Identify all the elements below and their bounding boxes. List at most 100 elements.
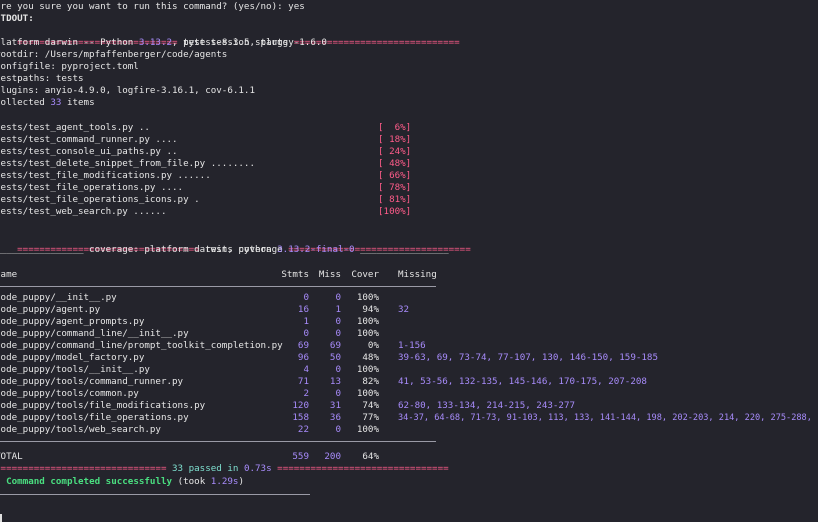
result-line: ✓ Command completed successfully (took 1… <box>0 476 244 488</box>
test-progress: [ 24%] <box>378 146 412 157</box>
coverage-missing-lines: 39-63, 69, 73-74, 77-107, 130, 146-150, … <box>398 352 658 363</box>
collected-line: collected 33 items <box>0 97 95 109</box>
test-file-path: tests/test_agent_tools.py .. <box>0 122 150 133</box>
test-progress: [ 78%] <box>378 182 412 193</box>
table-rule <box>0 286 436 287</box>
total-stmts: 559 <box>292 451 309 462</box>
coverage-subheader: ________________ coverage: platform darw… <box>0 244 449 256</box>
coverage-stmts: 2 <box>303 388 309 399</box>
column-cover: Cover <box>351 269 379 280</box>
result-message: Command completed successfully <box>6 476 173 487</box>
coverage-stmts: 120 <box>292 400 309 411</box>
total-miss: 200 <box>324 451 341 462</box>
coverage-miss: 31 <box>329 400 341 411</box>
coverage-percent: 100% <box>356 424 379 435</box>
testpaths-line: testpaths: tests <box>0 73 84 84</box>
coverage-miss: 0 <box>335 388 341 399</box>
test-progress: [ 6%] <box>378 122 412 133</box>
coverage-table-header: Name Stmts Miss Cover Missing <box>0 269 437 281</box>
column-name: Name <box>0 269 18 280</box>
coverage-missing-lines: 41, 53-56, 132-135, 145-146, 170-175, 20… <box>398 376 647 387</box>
coverage-file-name: code_puppy/command_line/prompt_toolkit_c… <box>0 340 283 351</box>
output-rule <box>0 494 310 495</box>
coverage-file-name: code_puppy/tools/file_operations.py <box>0 412 189 423</box>
coverage-file-name: code_puppy/agent_prompts.py <box>0 316 145 327</box>
coverage-python-version: 3.13.2-final-0 <box>277 244 355 255</box>
coverage-percent: 94% <box>362 304 379 315</box>
coverage-miss: 0 <box>335 292 341 303</box>
coverage-percent: 100% <box>356 388 379 399</box>
coverage-percent: 100% <box>356 316 379 327</box>
coverage-missing-lines: 62-80, 133-134, 214-215, 243-277 <box>398 400 576 411</box>
coverage-missing-lines: 34-37, 64-68, 71-73, 91-103, 113, 133, 1… <box>398 413 812 423</box>
coverage-percent: 77% <box>362 412 379 423</box>
python-version: 3.13.2 <box>138 37 173 48</box>
underline-bar: ________________ <box>0 244 90 255</box>
platform-prefix: platform darwin -- Python <box>0 37 139 48</box>
coverage-stmts: 4 <box>303 364 309 375</box>
took-prefix: (took <box>172 476 211 487</box>
coverage-miss: 0 <box>335 424 341 435</box>
test-progress: [ 48%] <box>378 158 412 169</box>
total-label: TOTAL <box>0 451 23 462</box>
session-header: ============================= test sessi… <box>0 25 460 48</box>
coverage-stmts: 1 <box>303 316 309 327</box>
coverage-platform: coverage: platform darwin, python <box>89 244 278 255</box>
column-missing: Missing <box>398 269 437 280</box>
coverage-stmts: 69 <box>297 340 309 351</box>
coverage-missing-lines: 32 <box>398 304 410 315</box>
coverage-missing-lines: 1-156 <box>398 340 426 351</box>
test-file-path: tests/test_file_modifications.py ...... <box>0 170 211 181</box>
test-file-path: tests/test_console_ui_paths.py .. <box>0 146 178 157</box>
coverage-file-name: code_puppy/tools/common.py <box>0 388 139 399</box>
plugins-line: plugins: anyio-4.9.0, logfire-3.16.1, co… <box>0 85 255 96</box>
took-suffix: ) <box>238 476 244 487</box>
test-file-path: tests/test_delete_snippet_from_file.py .… <box>0 158 255 169</box>
coverage-miss: 36 <box>329 412 341 423</box>
test-file-path: tests/test_file_operations.py .... <box>0 182 184 193</box>
test-file-path: tests/test_command_runner.py .... <box>0 134 178 145</box>
coverage-file-name: code_puppy/command_line/__init__.py <box>0 328 189 339</box>
coverage-file-name: code_puppy/tools/command_runner.py <box>0 376 184 387</box>
test-progress: [100%] <box>378 206 412 217</box>
terminal-cursor[interactable] <box>0 514 2 522</box>
coverage-stmts: 96 <box>297 352 309 363</box>
coverage-miss: 69 <box>329 340 341 351</box>
coverage-percent: 48% <box>362 352 379 363</box>
coverage-percent: 100% <box>356 364 379 375</box>
coverage-file-name: code_puppy/tools/file_modifications.py <box>0 400 206 411</box>
rootdir-line: rootdir: /Users/mpfaffenberger/code/agen… <box>0 49 228 60</box>
coverage-miss: 13 <box>329 376 341 387</box>
coverage-percent: 82% <box>362 376 379 387</box>
test-progress: [ 81%] <box>378 194 412 205</box>
coverage-file-name: code_puppy/__init__.py <box>0 292 117 303</box>
separator: =============================== <box>0 463 173 474</box>
coverage-header: ================================= tests … <box>0 232 471 255</box>
test-progress: [ 18%] <box>378 134 412 145</box>
collected-suffix: items <box>61 97 95 108</box>
underline-bar: ________________ <box>354 244 449 255</box>
terminal-window[interactable]: are you sure you want to run this comman… <box>0 0 818 522</box>
test-file-path: tests/test_file_operations_icons.py . <box>0 194 200 205</box>
coverage-percent: 100% <box>356 328 379 339</box>
coverage-stmts: 0 <box>303 328 309 339</box>
collected-count: 33 <box>50 97 62 108</box>
coverage-file-name: code_puppy/model_factory.py <box>0 352 145 363</box>
table-rule <box>0 441 436 442</box>
stdout-label: STDOUT: <box>0 13 34 24</box>
test-progress: [ 66%] <box>378 170 412 181</box>
coverage-miss: 0 <box>335 328 341 339</box>
coverage-file-name: code_puppy/tools/web_search.py <box>0 424 161 435</box>
prompt-line: are you sure you want to run this comman… <box>0 1 305 12</box>
took-time: 1.29s <box>210 476 239 487</box>
coverage-file-name: code_puppy/agent.py <box>0 304 101 315</box>
coverage-percent: 100% <box>356 292 379 303</box>
coverage-stmts: 71 <box>297 376 309 387</box>
coverage-percent: 74% <box>362 400 379 411</box>
test-file-path: tests/test_web_search.py ...... <box>0 206 167 217</box>
coverage-miss: 0 <box>335 316 341 327</box>
summary-time: 0.73s <box>243 463 272 474</box>
coverage-miss: 0 <box>335 364 341 375</box>
configfile-line: configfile: pyproject.toml <box>0 61 139 72</box>
platform-line: platform darwin -- Python 3.13.2, pytest… <box>0 37 327 49</box>
